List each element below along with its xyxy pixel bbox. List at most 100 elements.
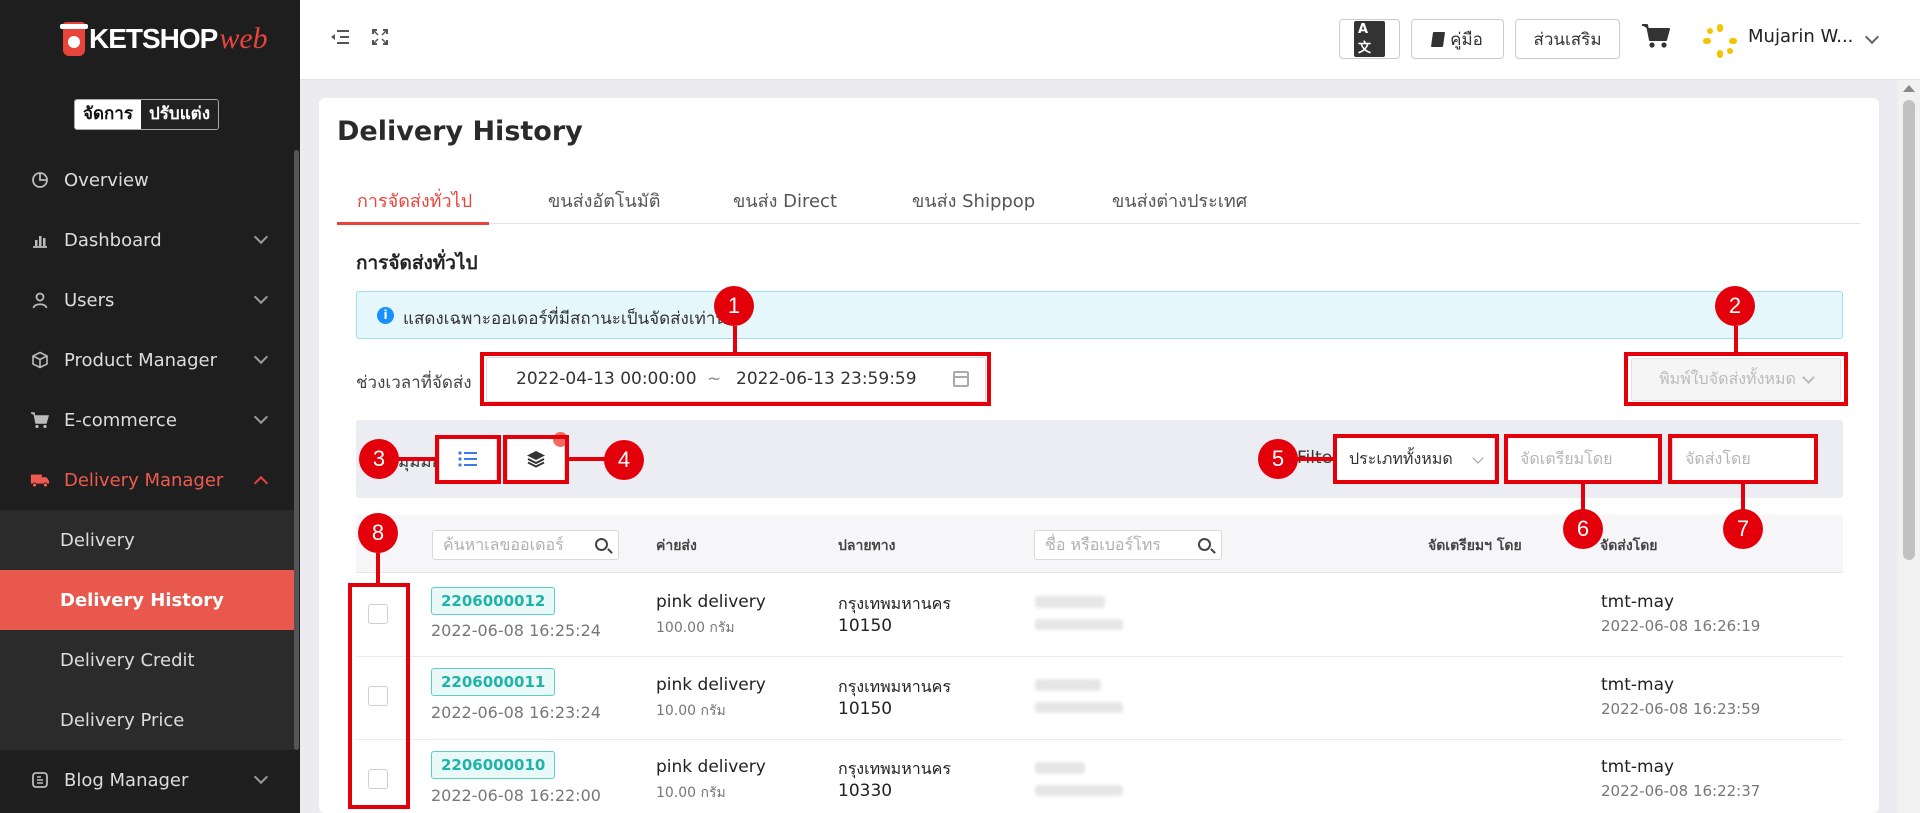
destination-city: กรุงเทพมหานคร xyxy=(838,759,951,778)
tab-international[interactable]: ขนส่งต่างประเทศ xyxy=(1112,186,1247,215)
annotation-marker-5: 5 xyxy=(1258,439,1298,479)
date-range-label: ช่วงเวลาที่จัดส่ง xyxy=(356,373,472,393)
collapse-sidebar-icon[interactable] xyxy=(329,28,351,50)
sidebar-item-label: Delivery Manager xyxy=(64,469,224,491)
order-time: 2022-06-08 16:23:24 xyxy=(431,703,601,722)
alert-text: แสดงเฉพาะออเดอร์ที่มีสถานะเป็นจัดส่งเท่า… xyxy=(403,309,739,329)
sidebar-item-overview[interactable]: Overview xyxy=(0,150,294,210)
brand-suffix: web xyxy=(219,22,268,55)
sidebar-item-label: Overview xyxy=(64,169,149,191)
fullscreen-icon[interactable] xyxy=(369,28,391,50)
bar-chart-icon xyxy=(30,230,50,250)
user-icon xyxy=(30,290,50,310)
ketshop-logo[interactable]: KETSHOP web xyxy=(60,22,268,56)
redacted-customer-phone xyxy=(1035,702,1123,713)
delivery-submenu: Delivery Delivery History Delivery Credi… xyxy=(0,510,294,750)
page-scrollbar-thumb[interactable] xyxy=(1903,100,1915,560)
chevron-down-icon xyxy=(253,229,269,245)
brand-name: KETSHOP xyxy=(89,23,218,54)
annotation-marker-4: 4 xyxy=(604,440,644,480)
column-prepared-by: จัดเตรียมฯ โดย xyxy=(1428,538,1522,554)
sidebar-item-users[interactable]: Users xyxy=(0,270,294,330)
info-alert: i แสดงเฉพาะออเดอร์ที่มีสถานะเป็นจัดส่งเท… xyxy=(356,291,1843,339)
sidebar-item-label: E-commerce xyxy=(64,409,177,431)
callout-line xyxy=(1734,326,1738,354)
column-shipping-cost: ค่ายส่ง xyxy=(656,538,697,554)
mode-switch: จัดการ ปรับแต่ง xyxy=(74,99,219,130)
truck-icon xyxy=(30,470,50,490)
callout-line xyxy=(733,326,737,354)
order-number-link[interactable]: 2206000010 xyxy=(431,751,556,779)
callout-line xyxy=(1581,482,1585,512)
order-number-link[interactable]: 2206000011 xyxy=(431,668,556,696)
highlight-box-prepared-by xyxy=(1504,434,1662,484)
tab-auto-shipping[interactable]: ขนส่งอัตโนมัติ xyxy=(548,186,660,215)
callout-line xyxy=(398,457,438,461)
sidebar-item-blog-manager[interactable]: Blog Manager xyxy=(0,750,294,810)
order-number-link[interactable]: 2206000012 xyxy=(431,587,556,615)
package-weight: 100.00 กรัม xyxy=(656,620,735,636)
page-title: Delivery History xyxy=(337,116,583,147)
delivery-tabs: การจัดส่งทั่วไป ขนส่งอัตโนมัติ ขนส่ง Dir… xyxy=(337,178,1860,224)
table-row xyxy=(356,657,1843,740)
shipper-name: tmt-may xyxy=(1601,675,1675,695)
mode-manage-button[interactable]: จัดการ xyxy=(75,100,141,129)
table-row xyxy=(356,574,1843,657)
search-icon xyxy=(595,538,608,551)
cart-icon xyxy=(30,410,50,430)
sidebar-subitem-delivery-history[interactable]: Delivery History xyxy=(0,570,294,630)
sidebar-item-label: Dashboard xyxy=(64,229,162,251)
order-search-placeholder: ค้นหาเลขออเดอร์ xyxy=(443,535,564,554)
highlight-box-type-filter xyxy=(1333,434,1499,484)
highlight-box-list-view xyxy=(435,435,501,484)
name-phone-search-input[interactable]: ชื่อ หรือเบอร์โทร xyxy=(1034,530,1222,560)
sidebar-item-ecommerce[interactable]: E-commerce xyxy=(0,390,294,450)
redacted-customer-phone xyxy=(1035,619,1123,630)
highlight-box-row-checkboxes xyxy=(348,583,410,809)
callout-line xyxy=(1296,457,1336,461)
user-name[interactable]: Mujarin W... xyxy=(1748,26,1853,47)
language-button[interactable]: A文 xyxy=(1339,19,1400,59)
blog-icon xyxy=(30,770,50,790)
ship-time: 2022-06-08 16:23:59 xyxy=(1601,700,1761,718)
carrier-name: pink delivery xyxy=(656,757,766,777)
shipper-name: tmt-may xyxy=(1601,592,1675,612)
package-weight: 10.00 กรัม xyxy=(656,785,726,801)
sidebar-item-label: Product Manager xyxy=(64,349,217,371)
sidebar: KETSHOP web จัดการ ปรับแต่ง Overview Das… xyxy=(0,0,300,813)
tab-direct-shipping[interactable]: ขนส่ง Direct xyxy=(733,186,837,215)
sidebar-scrollbar[interactable] xyxy=(294,150,299,750)
sidebar-subitem-delivery-price[interactable]: Delivery Price xyxy=(0,690,294,750)
manual-button[interactable]: คู่มือ xyxy=(1411,19,1504,59)
sidebar-item-product-manager[interactable]: Product Manager xyxy=(0,330,294,390)
book-icon xyxy=(1431,31,1446,47)
column-shipped-by: จัดส่งโดย xyxy=(1600,538,1658,554)
destination-zip: 10330 xyxy=(838,781,893,801)
highlight-box-shipped-by xyxy=(1668,434,1818,484)
topbar xyxy=(300,0,1920,80)
sidebar-item-delivery-manager[interactable]: Delivery Manager xyxy=(0,450,294,510)
search-icon xyxy=(1198,538,1211,551)
destination-city: กรุงเทพมหานคร xyxy=(838,677,951,696)
user-avatar[interactable] xyxy=(1703,24,1737,58)
scroll-up-arrow-icon[interactable] xyxy=(1903,85,1915,92)
sidebar-subitem-delivery-credit[interactable]: Delivery Credit xyxy=(0,630,294,690)
sidebar-item-dashboard[interactable]: Dashboard xyxy=(0,210,294,270)
shipper-name: tmt-may xyxy=(1601,757,1675,777)
ship-time: 2022-06-08 16:22:37 xyxy=(1601,782,1761,800)
callout-line xyxy=(1741,482,1745,512)
tab-shippop[interactable]: ขนส่ง Shippop xyxy=(912,186,1035,215)
order-search-input[interactable]: ค้นหาเลขออเดอร์ xyxy=(432,530,619,560)
destination-city: กรุงเทพมหานคร xyxy=(838,594,951,613)
annotation-marker-3: 3 xyxy=(359,439,399,479)
shopping-cart-icon[interactable] xyxy=(1641,22,1671,52)
sidebar-subitem-delivery[interactable]: Delivery xyxy=(0,510,294,570)
mode-customize-button[interactable]: ปรับแต่ง xyxy=(140,100,218,129)
highlight-box-print-all xyxy=(1624,352,1848,406)
redacted-customer-name xyxy=(1035,679,1101,691)
sidebar-item-label: Users xyxy=(64,289,115,311)
tab-general-delivery[interactable]: การจัดส่งทั่วไป xyxy=(357,186,472,215)
addons-button[interactable]: ส่วนเสริม xyxy=(1515,19,1620,59)
annotation-marker-8: 8 xyxy=(358,513,398,553)
manual-label: คู่มือ xyxy=(1450,29,1483,50)
